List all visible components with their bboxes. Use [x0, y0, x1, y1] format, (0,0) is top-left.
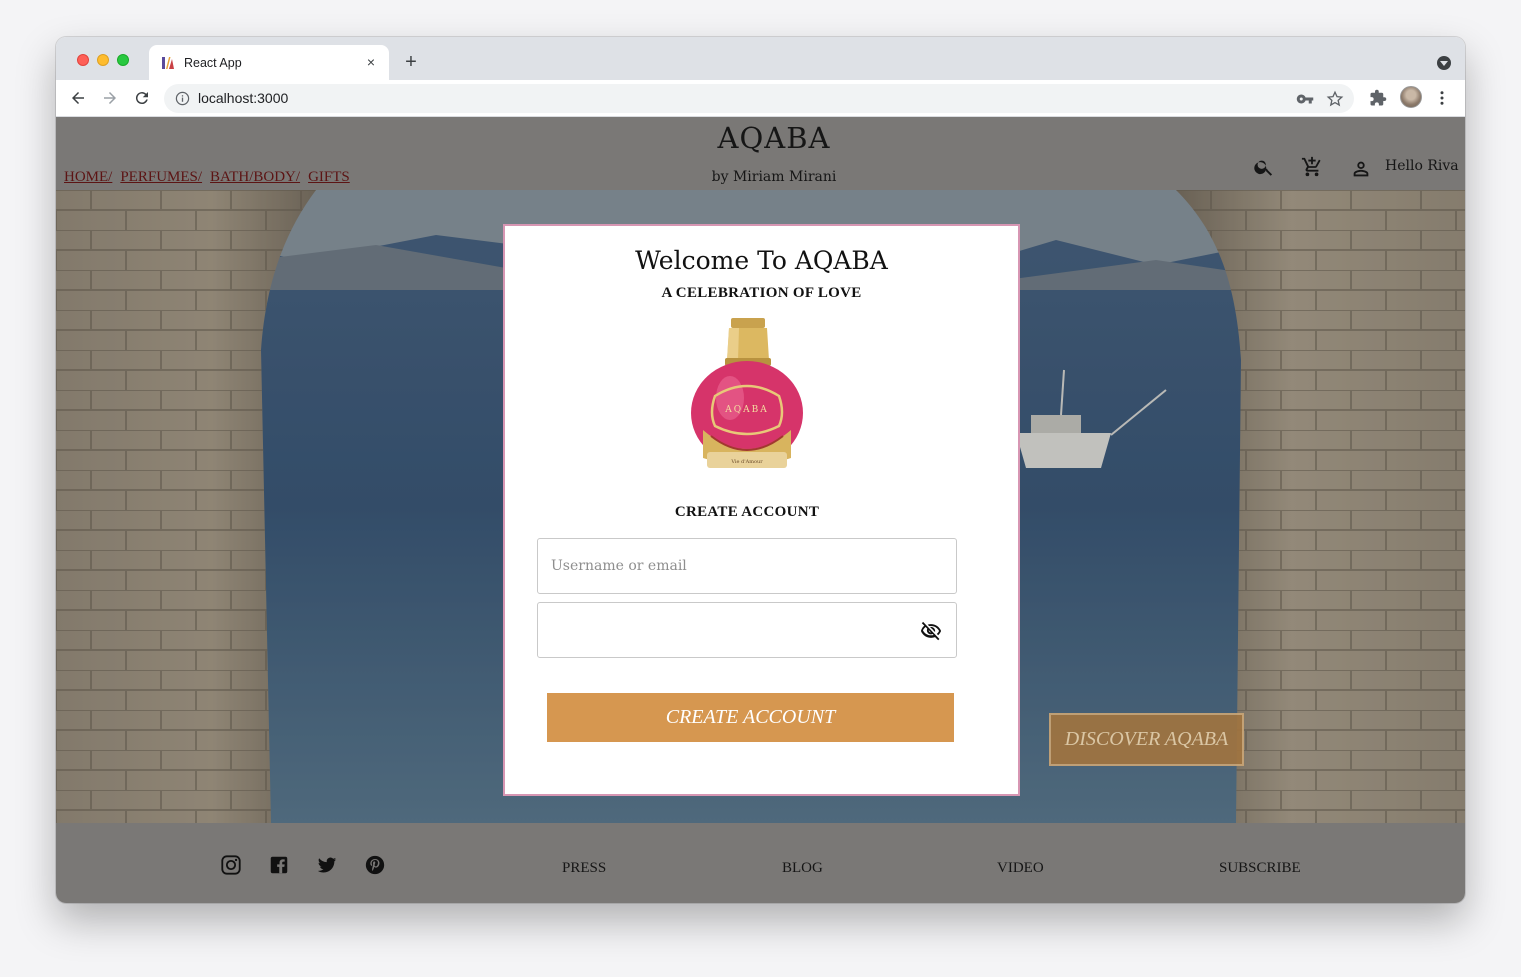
site-footer: PRESS BLOG VIDEO SUBSCRIBE	[56, 823, 1465, 903]
nav-home[interactable]: HOME/	[64, 169, 112, 186]
add-to-cart-icon[interactable]	[1301, 156, 1323, 178]
maximize-window-button[interactable]	[117, 54, 129, 66]
account-icon[interactable]	[1350, 158, 1372, 180]
footer-link-blog[interactable]: BLOG	[782, 860, 823, 877]
bottle-label: AQABA	[724, 405, 769, 415]
key-icon[interactable]	[1296, 90, 1314, 108]
discover-aqaba-button[interactable]: DISCOVER AQABA	[1049, 713, 1244, 766]
tab-search-icon[interactable]	[1437, 56, 1451, 70]
eye-off-icon[interactable]	[920, 620, 942, 642]
minimize-window-button[interactable]	[97, 54, 109, 66]
nav-gifts[interactable]: GIFTS	[308, 169, 350, 186]
tab-close-icon[interactable]: ×	[363, 54, 379, 70]
pinterest-icon[interactable]	[364, 854, 386, 876]
site-brand[interactable]: AQABA	[56, 121, 1465, 155]
create-account-button[interactable]: CREATE ACCOUNT	[547, 693, 954, 742]
password-field[interactable]	[537, 602, 957, 658]
create-account-heading: CREATE ACCOUNT	[674, 504, 820, 520]
browser-menu-icon[interactable]	[1432, 88, 1452, 108]
page-viewport: AQABA by Miriam Mirani HOME/ PERFUMES/ B…	[56, 117, 1465, 903]
site-info-icon[interactable]	[175, 91, 190, 106]
profile-avatar[interactable]	[1400, 86, 1422, 108]
create-account-modal: Welcome To AQABA A CELEBRATION OF LOVE A…	[503, 224, 1020, 796]
footer-link-video[interactable]: VIDEO	[997, 860, 1044, 877]
site-header: AQABA by Miriam Mirani HOME/ PERFUMES/ B…	[56, 117, 1465, 190]
nav-bath-body[interactable]: BATH/BODY/	[210, 169, 300, 186]
modal-title: Welcome To AQABA	[635, 246, 888, 275]
back-icon[interactable]	[68, 88, 88, 108]
username-field[interactable]	[537, 538, 957, 594]
password-input[interactable]	[538, 603, 956, 657]
close-window-button[interactable]	[77, 54, 89, 66]
bookmark-star-icon[interactable]	[1326, 90, 1344, 108]
tab-title: React App	[184, 55, 242, 70]
facebook-icon[interactable]	[268, 854, 290, 876]
new-tab-button[interactable]: +	[401, 52, 421, 72]
nav-perfumes[interactable]: PERFUMES/	[120, 169, 202, 186]
username-input[interactable]	[538, 539, 956, 593]
reload-icon[interactable]	[132, 88, 152, 108]
modal-subtitle: A CELEBRATION OF LOVE	[661, 285, 862, 301]
extensions-icon[interactable]	[1368, 88, 1388, 108]
favicon-icon	[162, 56, 174, 69]
browser-toolbar: localhost:3000	[56, 80, 1465, 117]
address-bar[interactable]: localhost:3000	[164, 84, 1354, 113]
instagram-icon[interactable]	[220, 854, 242, 876]
twitter-icon[interactable]	[316, 854, 338, 876]
tab-react-app[interactable]: React App ×	[149, 45, 389, 80]
footer-link-press[interactable]: PRESS	[562, 860, 606, 877]
user-greeting[interactable]: Hello Riva	[1385, 158, 1459, 174]
perfume-bottle-image: AQABA Vie d'Amour	[691, 318, 803, 468]
window-controls	[77, 54, 129, 66]
url-text: localhost:3000	[198, 90, 289, 106]
footer-link-subscribe[interactable]: SUBSCRIBE	[1219, 860, 1301, 877]
forward-icon[interactable]	[100, 88, 120, 108]
tab-strip: React App × +	[56, 37, 1465, 80]
bottle-small-label: Vie d'Amour	[730, 459, 763, 465]
browser-window: React App × + localhost:3000 AQABA by Mi…	[56, 37, 1465, 903]
main-nav: HOME/ PERFUMES/ BATH/BODY/ GIFTS	[64, 169, 350, 186]
search-icon[interactable]	[1253, 156, 1275, 178]
